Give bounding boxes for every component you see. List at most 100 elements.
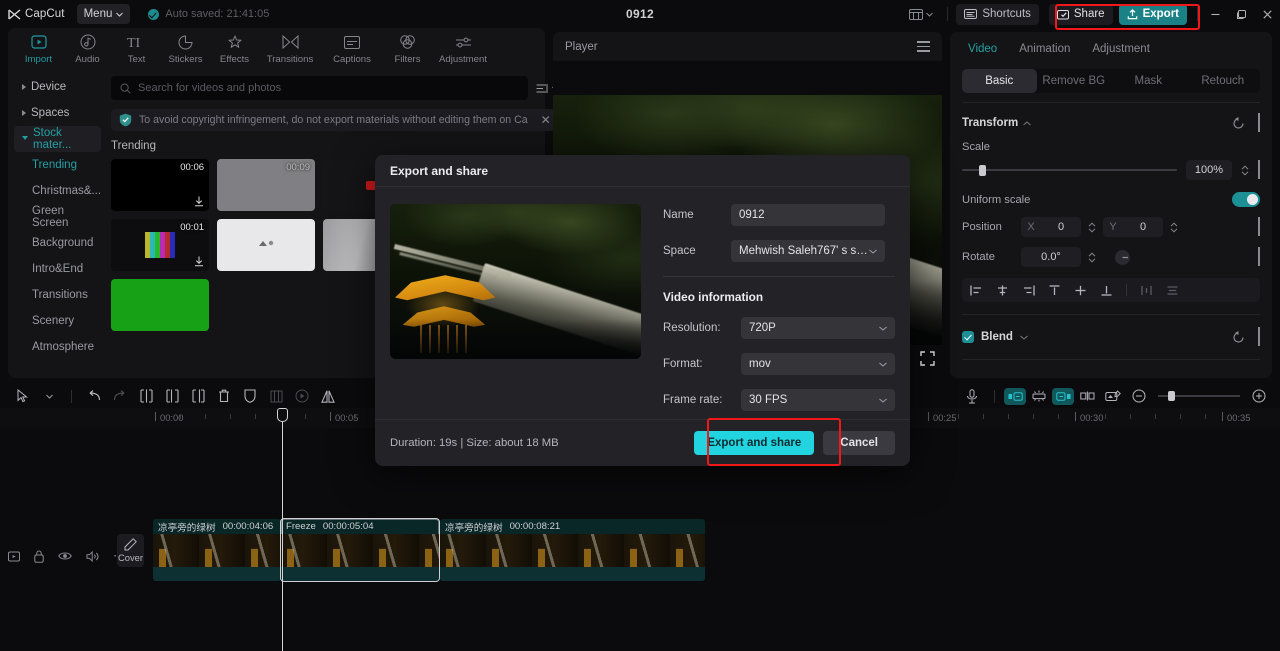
slider-handle[interactable] <box>1167 391 1175 401</box>
cancel-button[interactable]: Cancel <box>823 431 895 455</box>
sidebar-item-device[interactable]: Device <box>14 74 101 100</box>
sidebar-item-stock-materials[interactable]: Stock mater... <box>14 126 102 152</box>
close-icon[interactable]: ✕ <box>535 113 551 127</box>
segment-remove-bg[interactable]: Remove BG <box>1037 69 1112 93</box>
auto-caption-icon[interactable] <box>1026 384 1052 408</box>
blend-checkbox[interactable] <box>962 331 974 343</box>
scale-value[interactable]: 100% <box>1186 160 1232 180</box>
align-middle-icon[interactable] <box>1074 285 1087 296</box>
tab-video[interactable]: Video <box>968 43 997 55</box>
material-item[interactable]: 00:09 <box>217 159 316 211</box>
freeze-icon[interactable] <box>289 384 315 408</box>
download-icon[interactable] <box>194 256 204 267</box>
trim-right-icon[interactable] <box>185 384 211 408</box>
align-bottom-icon[interactable] <box>1100 285 1113 296</box>
sidebar-item-trending[interactable]: Trending <box>14 152 101 178</box>
timeline-clip[interactable]: Freeze 00:00:05:04 <box>280 518 440 582</box>
chevron-up-icon[interactable] <box>1023 120 1032 126</box>
timeline-clip[interactable]: 凉亭旁的绿树 00:00:04:06 <box>153 519 281 581</box>
tab-animation[interactable]: Animation <box>1019 43 1070 55</box>
segment-retouch[interactable]: Retouch <box>1186 69 1261 93</box>
align-top-icon[interactable] <box>1048 284 1061 296</box>
chevron-down-icon[interactable] <box>1020 335 1028 340</box>
search-input[interactable]: Search for videos and photos <box>111 76 528 100</box>
reset-icon[interactable] <box>1232 116 1245 130</box>
tab-captions[interactable]: Captions <box>321 32 383 65</box>
voiceover-icon[interactable] <box>959 384 985 408</box>
delete-icon[interactable] <box>211 384 237 408</box>
slider-handle[interactable] <box>979 165 987 176</box>
crop-icon[interactable] <box>263 384 289 408</box>
hamburger-icon[interactable] <box>917 41 930 52</box>
material-item[interactable] <box>111 279 210 331</box>
tab-stickers[interactable]: Stickers <box>161 32 210 65</box>
zoom-slider[interactable] <box>1158 391 1240 401</box>
trim-left-icon[interactable] <box>159 384 185 408</box>
sidebar-item-green-screen[interactable]: Green Screen <box>14 204 101 230</box>
select-tool-icon[interactable] <box>10 384 36 408</box>
tab-effects[interactable]: Effects <box>210 32 259 65</box>
redo-icon[interactable] <box>107 384 133 408</box>
snap-start-icon[interactable] <box>1004 387 1026 405</box>
distribute-horizontal-icon[interactable] <box>1140 285 1153 296</box>
reset-icon[interactable] <box>1232 330 1245 344</box>
material-item[interactable] <box>217 219 316 271</box>
playhead-handle[interactable] <box>277 408 288 422</box>
cover-edit-icon[interactable] <box>1100 384 1126 408</box>
timeline-clip[interactable]: 凉亭旁的绿树 00:00:08:21 <box>440 519 705 581</box>
sidebar-item-intro-end[interactable]: Intro&End <box>14 256 101 282</box>
split-icon[interactable] <box>133 384 159 408</box>
tab-transitions[interactable]: Transitions <box>259 32 321 65</box>
mirror-icon[interactable] <box>315 384 341 408</box>
space-select[interactable]: Mehwish Saleh767' s sp... <box>731 240 885 262</box>
volume-icon[interactable] <box>86 550 99 562</box>
tab-adjustment[interactable]: Adjustment <box>432 32 494 65</box>
keyframe-icon[interactable] <box>1258 217 1260 236</box>
sidebar-item-scenery[interactable]: Scenery <box>14 308 101 334</box>
position-x-stepper[interactable] <box>1088 221 1096 233</box>
align-center-horizontal-icon[interactable] <box>996 285 1009 296</box>
rotate-dial-icon[interactable] <box>1113 248 1132 267</box>
tab-audio[interactable]: Audio <box>63 32 112 65</box>
mirror-track-icon[interactable] <box>8 551 20 562</box>
material-item[interactable]: 00:01 <box>111 219 210 271</box>
zoom-in-icon[interactable] <box>1246 384 1272 408</box>
undo-icon[interactable] <box>81 384 107 408</box>
snap-end-icon[interactable] <box>1052 387 1074 405</box>
cover-button[interactable]: Cover <box>117 534 144 567</box>
align-left-icon[interactable] <box>970 285 983 296</box>
segment-basic[interactable]: Basic <box>962 69 1037 93</box>
name-input[interactable]: 0912 <box>731 204 885 226</box>
rotate-stepper[interactable] <box>1088 251 1096 263</box>
framerate-select[interactable]: 30 FPS <box>741 389 895 411</box>
tab-import[interactable]: Import <box>14 32 63 65</box>
keyframe-icon[interactable] <box>1258 327 1260 346</box>
position-x-field[interactable]: X 0 <box>1021 217 1081 237</box>
keyframe-icon[interactable] <box>1258 113 1260 132</box>
sidebar-item-christmas[interactable]: Christmas&... <box>14 178 101 204</box>
position-y-stepper[interactable] <box>1170 221 1178 233</box>
tab-text[interactable]: TI Text <box>112 32 161 65</box>
sidebar-item-background[interactable]: Background <box>14 230 101 256</box>
eye-icon[interactable] <box>58 551 72 561</box>
segment-mask[interactable]: Mask <box>1111 69 1186 93</box>
mask-icon[interactable] <box>237 384 263 408</box>
select-tool-chevron-icon[interactable] <box>36 384 62 408</box>
uniform-scale-toggle[interactable] <box>1232 192 1260 207</box>
tab-adjustment[interactable]: Adjustment <box>1092 43 1150 55</box>
sidebar-item-transitions[interactable]: Transitions <box>14 282 101 308</box>
keyframe-icon[interactable] <box>1258 247 1260 266</box>
sidebar-item-spaces[interactable]: Spaces <box>14 100 101 126</box>
scale-slider[interactable] <box>962 165 1177 176</box>
lock-icon[interactable] <box>34 550 44 563</box>
resolution-select[interactable]: 720P <box>741 317 895 339</box>
download-icon[interactable] <box>194 196 204 207</box>
playhead[interactable] <box>277 408 288 651</box>
scale-stepper[interactable] <box>1241 164 1249 176</box>
keyframe-icon[interactable] <box>1258 160 1260 179</box>
format-select[interactable]: mov <box>741 353 895 375</box>
distribute-vertical-icon[interactable] <box>1166 285 1179 296</box>
fullscreen-icon[interactable] <box>916 347 938 369</box>
rotate-field[interactable]: 0.0° <box>1021 247 1081 267</box>
position-y-field[interactable]: Y 0 <box>1103 217 1163 237</box>
